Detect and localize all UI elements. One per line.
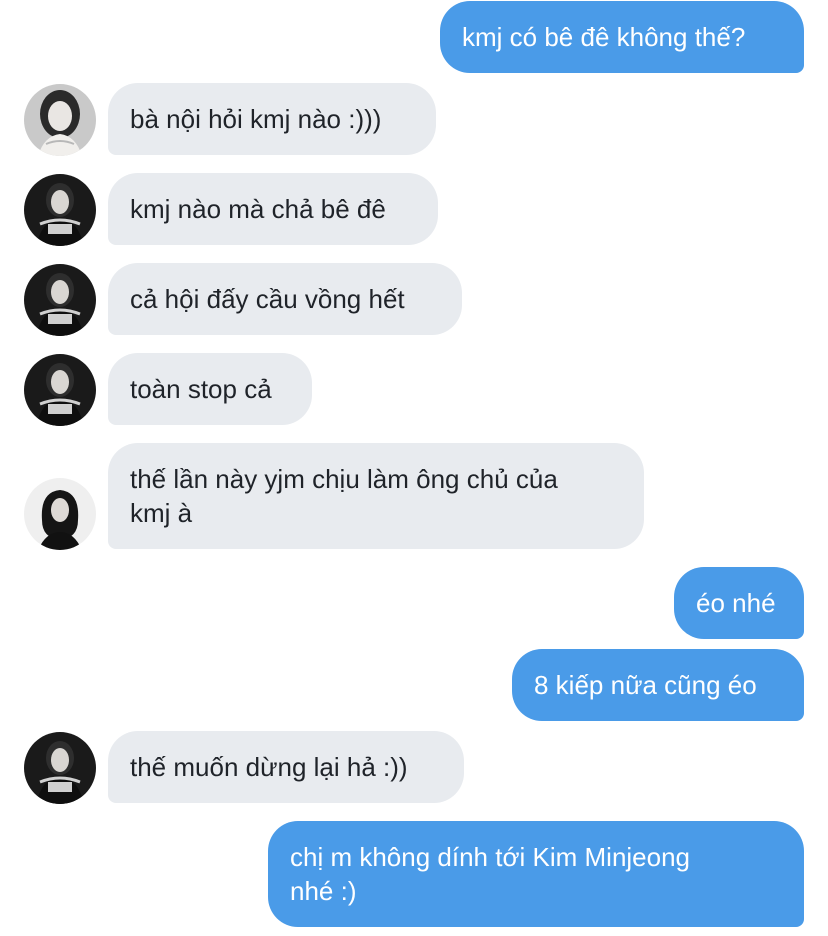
chat-thread: kmj có bê đê không thế? bà nội hỏi kmj n… [0,0,828,936]
message-incoming[interactable]: kmj nào mà chả bê đê [108,173,438,245]
avatar-hooded-portrait-icon [24,478,96,550]
message-outgoing[interactable]: kmj có bê đê không thế? [440,1,804,73]
avatar[interactable] [24,732,96,804]
avatar-dark-portrait-icon [24,354,96,426]
avatar[interactable] [24,354,96,426]
avatar-dark-portrait-icon [24,264,96,336]
avatar-light-portrait-icon [24,84,96,156]
avatar[interactable] [24,264,96,336]
message-incoming[interactable]: cả hội đấy cầu vồng hết [108,263,462,335]
avatar[interactable] [24,174,96,246]
message-outgoing[interactable]: éo nhé [674,567,804,639]
message-incoming[interactable]: toàn stop cả [108,353,312,425]
avatar[interactable] [24,478,96,550]
message-incoming[interactable]: thế lần này yjm chịu làm ông chủ của kmj… [108,443,644,549]
message-incoming[interactable]: thế muốn dừng lại hả :)) [108,731,464,803]
message-incoming[interactable]: bà nội hỏi kmj nào :))) [108,83,436,155]
avatar-dark-portrait-icon [24,174,96,246]
message-outgoing[interactable]: chị m không dính tới Kim Minjeong nhé :) [268,821,804,927]
message-outgoing[interactable]: 8 kiếp nữa cũng éo [512,649,804,721]
avatar[interactable] [24,84,96,156]
avatar-dark-portrait-icon [24,732,96,804]
